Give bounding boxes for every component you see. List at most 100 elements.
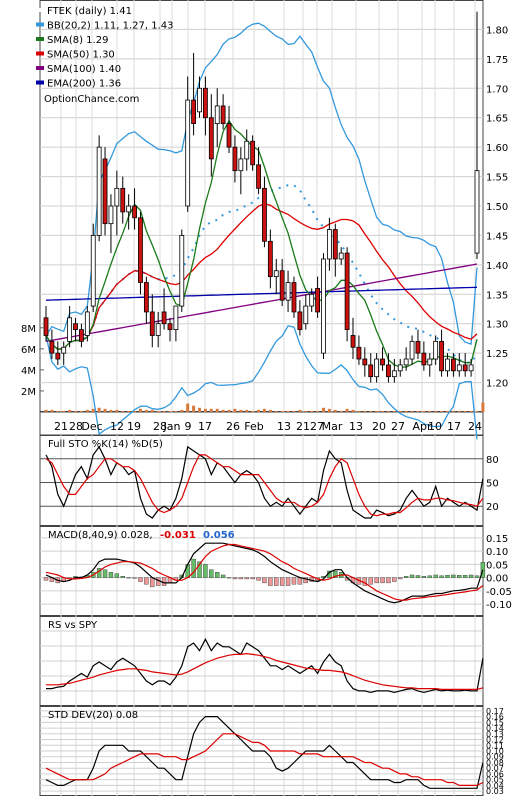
date-tick-label: 19 bbox=[127, 420, 141, 433]
volume-bar bbox=[410, 410, 414, 412]
candle-body bbox=[344, 252, 350, 330]
std-ma-line bbox=[45, 733, 484, 787]
candle-body bbox=[450, 358, 456, 372]
macd-histogram-bar bbox=[238, 577, 244, 580]
volume-tick-label: 6M bbox=[21, 345, 36, 356]
candle-body bbox=[120, 187, 126, 213]
volume-bar bbox=[392, 410, 396, 412]
macd-tick-label: 0.05 bbox=[486, 560, 508, 571]
candle-body bbox=[226, 123, 232, 148]
volume-bar bbox=[386, 410, 390, 412]
candle-body bbox=[262, 187, 267, 242]
macd-histogram-bar bbox=[457, 575, 462, 578]
date-tick-label: Mar bbox=[322, 420, 343, 433]
volume-bar bbox=[251, 410, 255, 412]
macd-histogram-bar bbox=[215, 572, 220, 578]
candle-body bbox=[456, 364, 462, 372]
volume-bar bbox=[451, 410, 455, 412]
volume-bar bbox=[434, 410, 438, 412]
volume-bar bbox=[192, 405, 196, 412]
volume-bar bbox=[221, 409, 225, 412]
candle-body bbox=[61, 346, 67, 354]
volume-bar bbox=[257, 409, 261, 412]
candle-body bbox=[67, 317, 73, 342]
volume-bar bbox=[233, 408, 237, 412]
legend-entry: BB(20,2) 1.11, 1.27, 1.43 bbox=[47, 21, 173, 32]
candle-body bbox=[84, 311, 90, 336]
price-tick-label: 1.70 bbox=[486, 84, 508, 95]
price-tick-label: 1.35 bbox=[486, 290, 508, 301]
legend-entry: FTEK (daily) 1.41 bbox=[47, 6, 132, 17]
stoch-tick-label: 20 bbox=[486, 502, 499, 513]
candle-body bbox=[409, 340, 415, 360]
volume-bar bbox=[445, 410, 449, 412]
candle-body bbox=[73, 323, 78, 331]
candle-body bbox=[421, 352, 427, 366]
candle-body bbox=[203, 87, 208, 119]
volume-bar bbox=[162, 410, 166, 412]
legend-entry: SMA(8) 1.29 bbox=[47, 35, 108, 46]
price-tick-label: 1.30 bbox=[486, 320, 508, 331]
volume-bar bbox=[481, 402, 485, 412]
date-tick-label: 10 bbox=[428, 420, 442, 433]
candle-body bbox=[102, 158, 108, 225]
candle-body bbox=[321, 258, 326, 354]
volume-bar bbox=[127, 410, 131, 412]
volume-bar bbox=[440, 410, 444, 412]
candle-body bbox=[374, 358, 380, 378]
candle-body bbox=[43, 317, 49, 336]
macd-histogram-bar bbox=[474, 575, 480, 578]
macd-histogram-bar bbox=[138, 577, 143, 582]
volume-bar bbox=[168, 410, 172, 412]
candle-body bbox=[161, 311, 167, 325]
macd-histogram-bar bbox=[409, 574, 415, 578]
stock-chart: 1.80 1.75 1.70 1.65 1.60 1.55 1.50 1.45 1.40 1.35… bbox=[0, 0, 526, 796]
candle-body bbox=[356, 346, 362, 360]
candle-body bbox=[179, 235, 185, 307]
macd-histogram-bar bbox=[291, 577, 297, 585]
std-tick-label: 0.03 bbox=[486, 787, 504, 796]
volume-bar bbox=[209, 408, 213, 412]
volume-bar bbox=[339, 410, 343, 412]
candle-body bbox=[256, 164, 261, 189]
volume-bar bbox=[357, 410, 361, 412]
volume-bar bbox=[416, 410, 420, 412]
volume-bar bbox=[109, 409, 113, 412]
macd-histogram-bar bbox=[262, 577, 267, 584]
volume-bar bbox=[121, 410, 125, 412]
volume-bar bbox=[115, 409, 119, 412]
macd-histogram-bar bbox=[297, 577, 303, 585]
macd-histogram-bar bbox=[144, 577, 149, 585]
legend-entry: SMA(100) 1.40 bbox=[47, 64, 121, 75]
candle-body bbox=[149, 311, 155, 336]
date-tick-label: 13 bbox=[277, 420, 291, 433]
candle-body bbox=[191, 99, 197, 125]
legend-swatch bbox=[36, 51, 44, 56]
candle-body bbox=[250, 140, 256, 166]
candle-body bbox=[55, 352, 61, 360]
volume-bar bbox=[475, 410, 479, 412]
sma100-line bbox=[45, 263, 478, 343]
macd-histogram-bar bbox=[108, 572, 114, 578]
legend-swatch bbox=[36, 66, 44, 70]
legend-entry: SMA(50) 1.30 bbox=[47, 50, 115, 61]
legend-entry: EMA(200) 1.36 bbox=[47, 79, 121, 90]
macd-tick-label: -0.05 bbox=[486, 587, 512, 598]
macd-histogram-bar bbox=[462, 575, 468, 578]
macd-tick-label: -0.10 bbox=[486, 600, 512, 611]
volume-bar bbox=[381, 410, 385, 412]
volume-bar bbox=[79, 410, 83, 412]
volume-bar bbox=[422, 410, 426, 412]
std-title: STD DEV(20) 0.08 bbox=[48, 710, 138, 721]
candle-body bbox=[362, 358, 368, 366]
macd-tick-label: 0.10 bbox=[486, 547, 508, 558]
candle-body bbox=[445, 358, 450, 372]
macd-histogram-bar bbox=[203, 564, 208, 578]
candle-body bbox=[403, 358, 409, 366]
candle-body bbox=[439, 340, 444, 372]
candle-body bbox=[309, 293, 315, 307]
candle-body bbox=[273, 270, 279, 278]
volume-bar bbox=[227, 409, 231, 412]
price-tick-label: 1.80 bbox=[486, 25, 508, 36]
candle-body bbox=[49, 340, 55, 354]
